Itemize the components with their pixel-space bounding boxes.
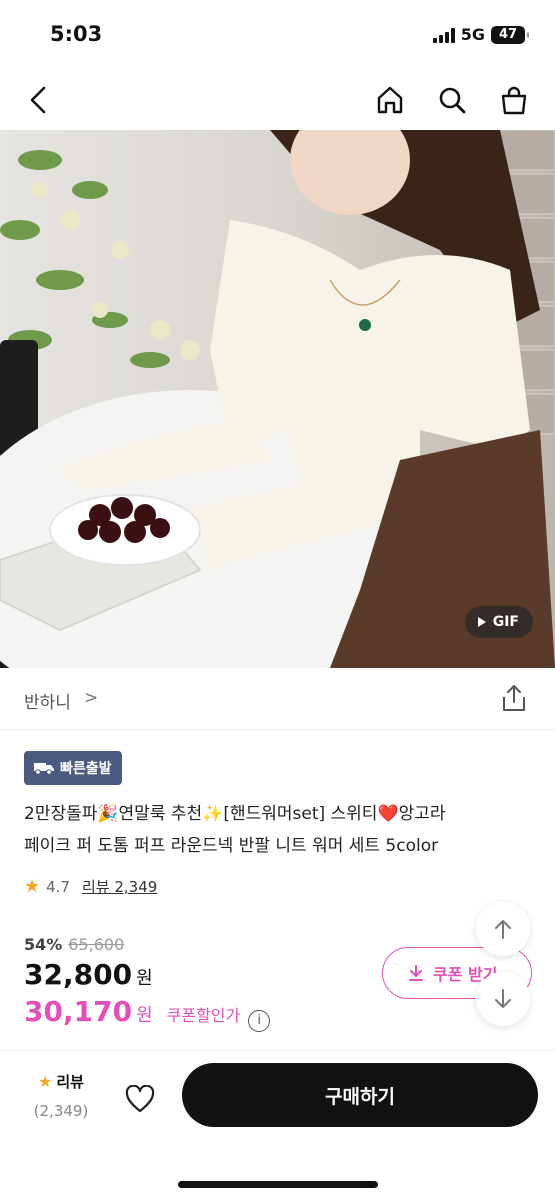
scroll-down-button[interactable] [476,972,530,1026]
cart-button[interactable] [492,78,536,122]
seller-row: 반하니 > [0,668,555,730]
buy-button[interactable]: 구매하기 [182,1063,538,1127]
bottom-action-bar: ★ 리뷰 (2,349) 구매하기 [0,1050,555,1200]
search-button[interactable] [430,78,474,122]
currency-label: 원 [136,968,153,989]
home-button[interactable] [368,78,412,122]
home-icon [377,86,403,114]
home-indicator [178,1181,378,1188]
discount-rate: 54% [24,935,63,954]
star-icon: ★ [38,1072,53,1091]
original-price: 65,600 [68,935,125,954]
coupon-price-row: 30,170 원 쿠폰할인가 i [24,995,271,1032]
product-title-line1: 2만장돌파🎉연말룩 추천✨[핸드워머set] 스위티❤️앙고라 [24,804,446,824]
gif-label: GIF [492,614,519,630]
coupon-price-label: 쿠폰할인가 [166,1006,241,1025]
discount-row: 54% 65,600 [24,935,124,954]
chevron-right-icon: > [84,688,99,708]
download-icon [409,965,423,981]
truck-icon [34,763,54,775]
coupon-price: 30,170 [24,995,133,1028]
status-time: 5:03 [50,22,103,46]
heart-icon [125,1085,155,1113]
search-icon [439,87,466,114]
shopping-bag-icon [501,86,527,115]
product-title: 2만장돌파🎉연말룩 추천✨[핸드워머set] 스위티❤️앙고라 페이크 퍼 도톰… [24,798,534,862]
product-title-line2: 페이크 퍼 도톰 퍼프 라운드넥 반팔 니트 워머 세트 5color [24,836,439,856]
arrow-up-icon [495,920,511,939]
star-icon: ★ [24,876,41,897]
gif-badge[interactable]: GIF [464,606,533,638]
back-button[interactable] [16,78,60,122]
status-bar: 5:03 5G 47 [0,0,555,70]
wishlist-button[interactable] [120,1079,160,1119]
rating-value: 4.7 [46,877,70,896]
review-summary-count: (2,349) [33,1102,89,1120]
share-icon [503,685,525,711]
arrow-down-icon [495,989,511,1008]
top-nav-bar [0,70,555,130]
fast-delivery-label: 빠른출발 [60,761,112,777]
play-icon [477,617,486,627]
review-count-link[interactable]: 리뷰 2,349 [82,876,157,897]
sale-price: 32,800 [24,958,133,991]
fast-delivery-badge: 빠른출발 [24,751,122,785]
battery-level: 47 [498,27,518,42]
status-indicators: 5G 47 [432,25,529,44]
signal-icon [432,27,455,43]
review-summary-title: ★ 리뷰 [26,1071,96,1092]
review-summary-label: 리뷰 [56,1073,84,1091]
product-image[interactable]: GIF [0,130,555,668]
scroll-up-button[interactable] [476,902,530,956]
chevron-left-icon [30,86,46,114]
coupon-currency: 원 [136,1005,153,1026]
info-icon[interactable]: i [248,1009,271,1032]
seller-name-link[interactable]: 반하니 [24,688,71,713]
share-button[interactable] [501,684,527,712]
battery-icon: 47 [491,25,529,44]
rating-row: ★ 4.7 리뷰 2,349 [24,876,157,897]
sale-price-row: 32,800 원 [24,958,153,991]
network-label: 5G [460,25,485,44]
review-summary-button[interactable]: ★ 리뷰 (2,349) [26,1071,96,1120]
product-photo-illustration [0,130,555,668]
